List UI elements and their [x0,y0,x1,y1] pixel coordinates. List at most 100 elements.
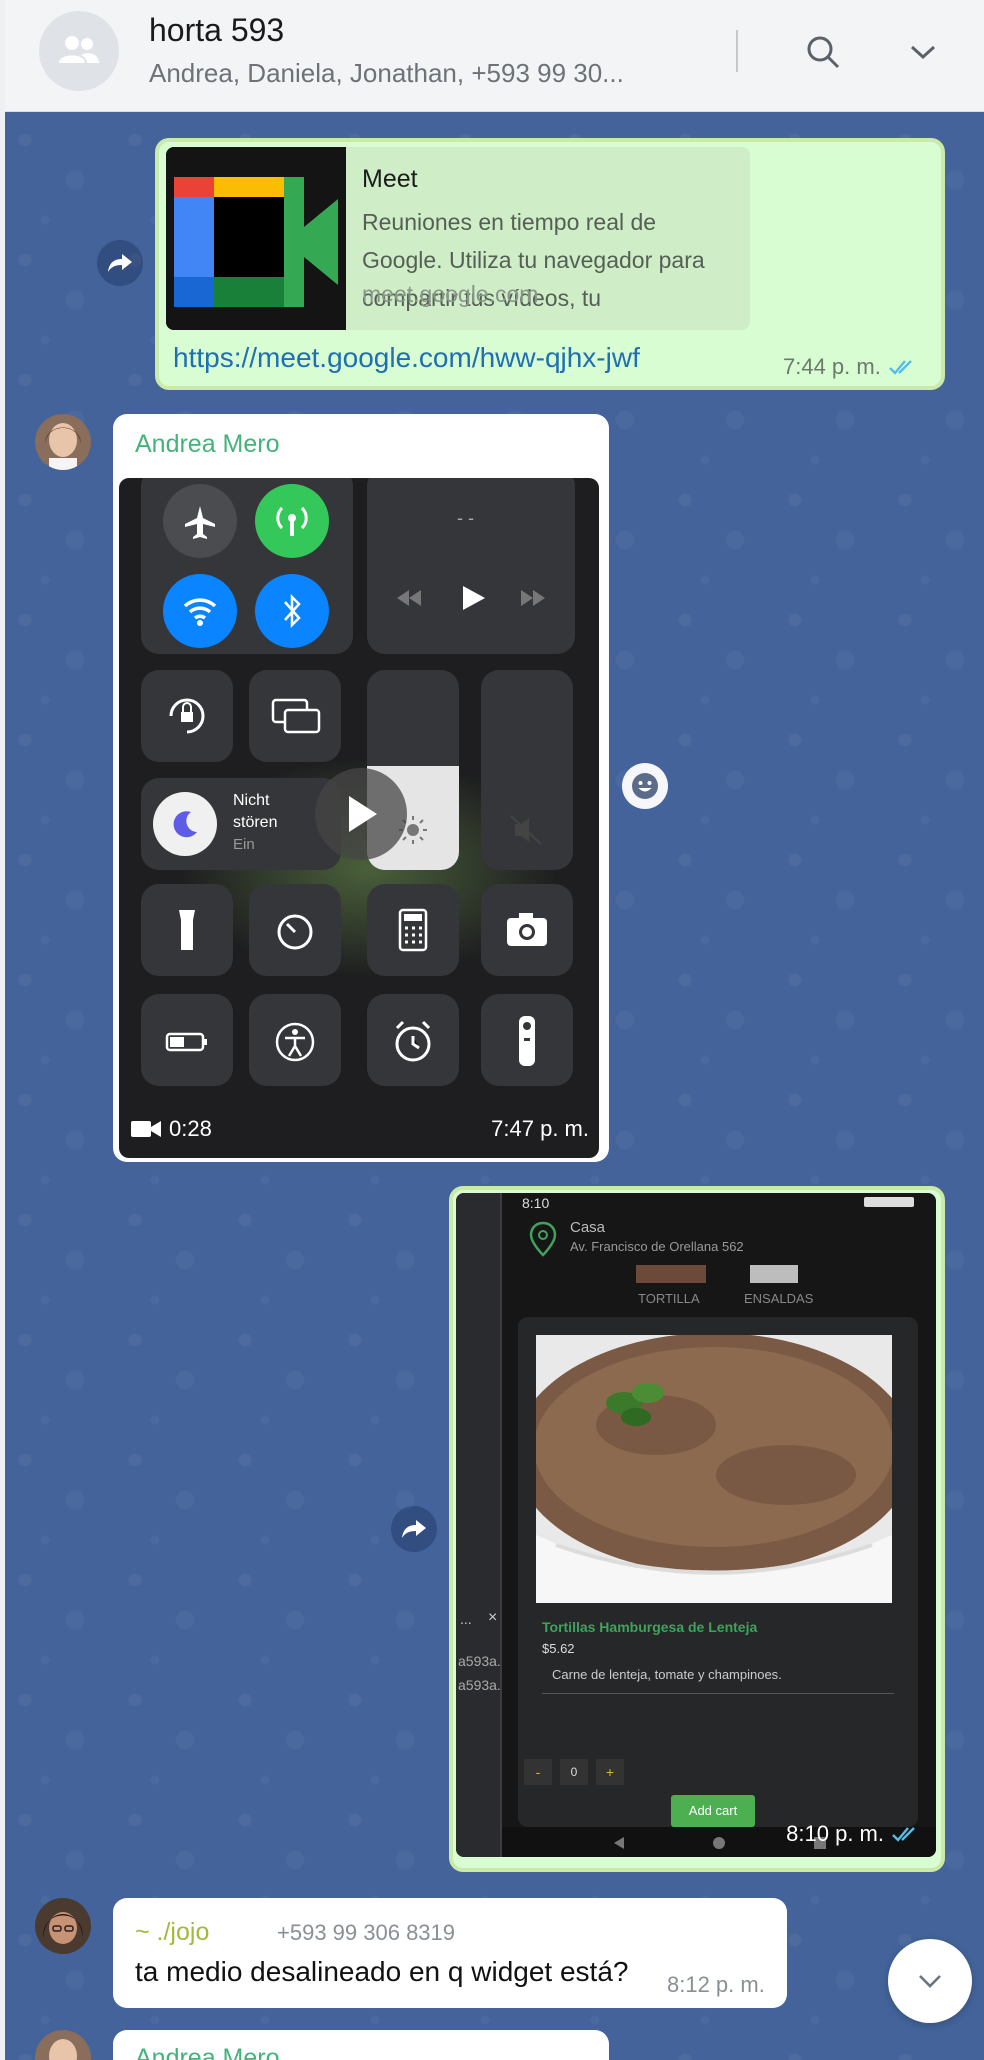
cellular-toggle [255,484,329,558]
media-controls-icon [397,586,545,610]
devtools-text-1: a593a. [458,1653,501,1669]
chat-panel: Meet Reuniones en tiempo real de Google.… [5,0,984,2060]
dnd-state: Ein [233,836,255,853]
location-address: Av. Francisco de Orellana 562 [570,1239,744,1254]
message-body: ta medio desalineado en q widget está? [135,1956,629,1987]
incoming-video-message[interactable]: Andrea Mero - - Nicht stören Ein 0:28 7:… [113,414,609,1162]
outgoing-link-message[interactable]: Meet Reuniones en tiempo real de Google.… [155,138,945,390]
menu-button[interactable] [899,28,947,76]
low-power-tile [141,994,233,1086]
product-description: Carne de lenteja, tomate y champinoes. [552,1667,782,1682]
media-tile: - - [367,478,575,654]
status-bar-time: 8:10 [522,1195,550,1211]
airplane-icon [185,506,215,539]
product-price: $5.62 [542,1641,575,1656]
time-text: 7:44 p. m. [783,354,881,379]
chat-header[interactable]: horta 593 Andrea, Daniela, Jonathan, +59… [5,0,984,112]
incoming-message-partial[interactable]: Andrea Mero [113,2030,609,2060]
app-screenshot-photo[interactable]: ... × a593a. a593a. 8:10 Casa Av. Franci… [456,1193,936,1857]
volume-tile [481,670,573,870]
dnd-title-2: stören [233,814,278,831]
bluetooth-icon [284,593,301,629]
media-title: - - [457,508,474,528]
double-check-icon [892,1827,915,1842]
sender-phone: +593 99 306 8319 [277,1920,456,1945]
google-meet-logo [166,147,346,330]
link-domain: meet.google.com [362,281,539,307]
group-avatar[interactable] [39,11,119,91]
group-icon [59,36,99,63]
play-video-button[interactable] [315,768,407,860]
wifi-toggle [163,574,237,648]
reaction-button[interactable] [622,763,668,809]
sender-name[interactable]: Andrea Mero [135,2044,280,2060]
rotation-lock-tile [141,670,233,762]
search-button[interactable] [799,28,847,76]
forward-icon [108,254,132,272]
screen-mirror-tile [249,670,341,762]
product-name: Tortillas Hamburgesa de Lenteja [542,1619,758,1635]
qty-minus: - [524,1759,552,1785]
add-cart-button: Add cart [671,1795,755,1827]
outgoing-photo-message[interactable]: ... × a593a. a593a. 8:10 Casa Av. Franci… [449,1186,945,1872]
qty-value: 0 [560,1759,588,1785]
flashlight-tile [141,884,233,976]
chat-title[interactable]: horta 593 [149,12,284,49]
qty-plus: + [596,1759,624,1785]
status-bar-icons [864,1197,914,1207]
alarm-icon [395,1020,431,1062]
sender-name[interactable]: ~ ./jojo [135,1918,209,1947]
devtools-menu: ... [460,1611,472,1627]
message-time: 8:12 p. m. [667,1972,765,1997]
scroll-to-bottom-button[interactable] [888,1939,972,2023]
play-icon [349,796,377,832]
wifi-icon [183,598,217,626]
smiley-icon [632,773,658,799]
sender-avatar[interactable] [35,1898,91,1954]
calculator-icon [398,908,428,952]
rotation-lock-icon [169,698,205,734]
header-divider [736,30,738,72]
accessibility-tile [249,994,341,1086]
calculator-tile [367,884,459,976]
link-title: Meet [362,165,418,193]
remote-tile [481,994,573,1086]
camera-tile [481,884,573,976]
timer-tile [249,884,341,976]
message-link[interactable]: https://meet.google.com/hww-qjhx-jwf [173,342,640,374]
location-pin-icon [529,1221,557,1257]
location-title: Casa [570,1219,606,1236]
bluetooth-toggle [255,574,329,648]
airplane-toggle [163,484,237,558]
alarm-tile [367,994,459,1086]
sender-name[interactable]: Andrea Mero [135,430,280,459]
incoming-text-message[interactable]: ~ ./jojo +593 99 306 8319 ta medio desal… [113,1898,787,2008]
divider [542,1693,894,1694]
antenna-icon [276,506,308,536]
chevron-down-icon [910,45,936,60]
devtools-close: × [488,1609,498,1626]
duration-text: 0:28 [169,1116,212,1141]
camera-icon [507,913,547,946]
link-preview-card[interactable]: Meet Reuniones en tiempo real de Google.… [166,147,750,330]
video-thumbnail[interactable]: - - Nicht stören Ein 0:28 7:47 p. m. [119,478,599,1158]
flashlight-icon [179,910,195,950]
food-image [536,1335,892,1603]
devtools-strip: ... × a593a. a593a. [456,1193,502,1857]
search-icon [807,36,840,69]
forward-button[interactable] [97,240,143,286]
devtools-text-2: a593a. [458,1677,501,1693]
product-modal: Tortillas Hamburgesa de Lenteja $5.62 Ca… [518,1317,918,1827]
moon-icon [173,811,197,838]
category-ensaladas: ENSALDAS [744,1291,814,1306]
do-not-disturb-tile: Nicht stören Ein [141,778,341,870]
forward-button[interactable] [391,1506,437,1552]
chat-members[interactable]: Andrea, Daniela, Jonathan, +593 99 30... [149,58,624,89]
video-duration: 0:28 [131,1116,212,1142]
forward-icon [402,1520,426,1538]
sender-avatar[interactable] [35,2030,91,2060]
video-camera-icon [131,1121,161,1137]
double-check-icon [888,360,912,375]
mute-icon [510,815,542,845]
sender-avatar[interactable] [35,414,91,470]
